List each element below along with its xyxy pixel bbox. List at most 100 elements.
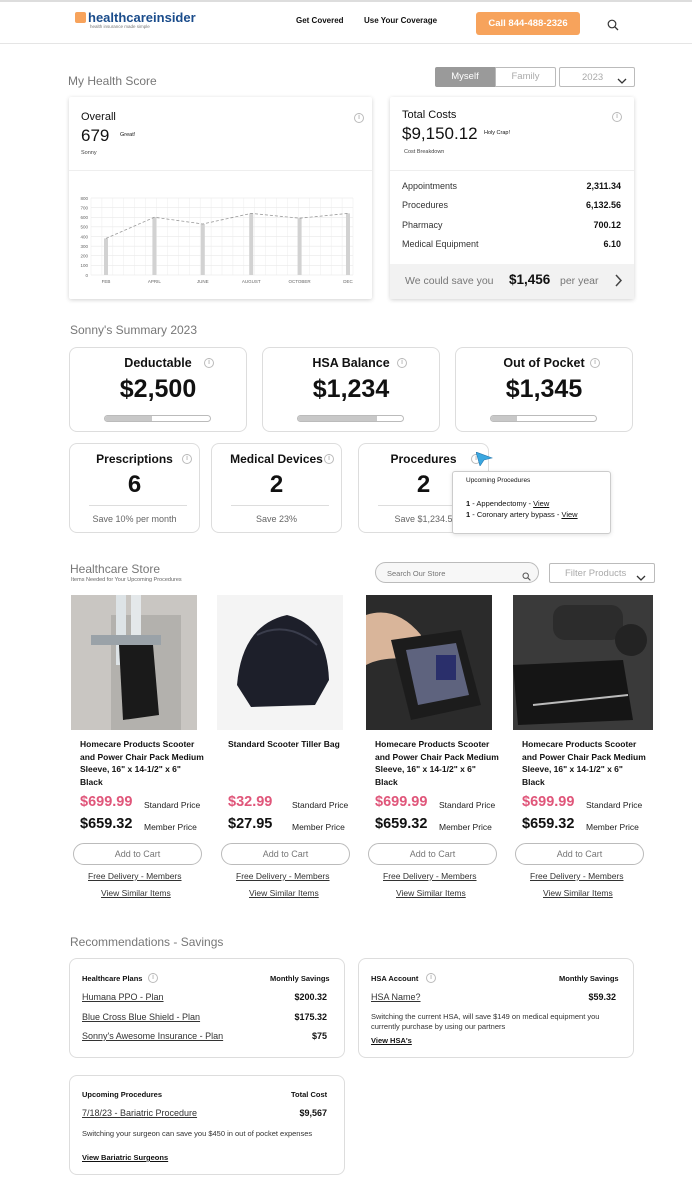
add-to-cart-button[interactable]: Add to Cart	[515, 843, 644, 865]
summary-small-tile[interactable]: Medical Devices i 2 Save 23%	[211, 443, 342, 533]
tooltip-view-link[interactable]: View	[561, 510, 577, 519]
y-tick-label: 700	[80, 205, 88, 210]
cost-row-label: Medical Equipment	[402, 239, 479, 249]
x-tick-label: APRIL	[148, 279, 162, 284]
product-name[interactable]: Homecare Products Scooter and Power Chai…	[80, 738, 205, 788]
small-tile-label: Prescriptions	[96, 452, 173, 466]
info-icon[interactable]: i	[397, 358, 407, 368]
product-price-label: Standard Price	[586, 800, 643, 810]
info-icon[interactable]: i	[324, 454, 334, 464]
hsa-savings-value: $59.32	[588, 992, 616, 1002]
product-image[interactable]	[513, 595, 655, 730]
product-name[interactable]: Homecare Products Scooter and Power Chai…	[375, 738, 500, 788]
plan-savings-value: $175.32	[294, 1012, 327, 1022]
hsa-name-link[interactable]: HSA Name?	[371, 992, 421, 1002]
procedure-link[interactable]: 7/18/23 - Bariatric Procedure	[82, 1108, 197, 1118]
info-icon[interactable]: i	[612, 112, 622, 122]
view-similar-link[interactable]: View Similar Items	[249, 888, 319, 898]
cost-row-value: 700.12	[593, 220, 621, 230]
y-tick-label: 300	[80, 244, 88, 249]
plan-link[interactable]: Sonny's Awesome Insurance - Plan	[82, 1031, 223, 1041]
product-member-label: Member Price	[586, 822, 639, 832]
add-to-cart-button[interactable]: Add to Cart	[73, 843, 202, 865]
savings-banner[interactable]: We could save you $1,456 per year	[390, 264, 634, 299]
add-to-cart-button[interactable]: Add to Cart	[221, 843, 350, 865]
filter-products-select[interactable]: Filter Products	[549, 563, 655, 583]
summary-tile-value: $1,345	[505, 375, 583, 403]
summary-tile-label: Deductable	[124, 356, 192, 370]
y-tick-label: 400	[80, 234, 88, 239]
savings-prefix: We could save you	[405, 275, 494, 287]
free-delivery-link[interactable]: Free Delivery - Members	[530, 871, 624, 881]
plans-col-header: Monthly Savings	[270, 974, 330, 983]
free-delivery-link[interactable]: Free Delivery - Members	[88, 871, 182, 881]
free-delivery-link[interactable]: Free Delivery - Members	[383, 871, 477, 881]
info-icon[interactable]: i	[354, 113, 364, 123]
small-tile-value: 6	[127, 471, 142, 498]
view-hsa-link[interactable]: View HSA's	[371, 1036, 412, 1045]
x-tick-label: FEB	[102, 279, 111, 284]
summary-tile: Deductable i $2,500	[69, 347, 247, 432]
product-member-label: Member Price	[144, 822, 197, 832]
procedure-cost-value: $9,567	[299, 1108, 327, 1118]
cost-row-value: 6,132.56	[585, 200, 621, 210]
product-image[interactable]	[71, 595, 197, 730]
small-tile-note: Save 23%	[255, 514, 298, 524]
toggle-family[interactable]: Family	[495, 67, 556, 87]
logo-mark-icon	[75, 12, 86, 23]
overall-score: 679	[81, 126, 110, 145]
info-icon[interactable]: i	[204, 358, 214, 368]
plan-link[interactable]: Blue Cross Blue Shield - Plan	[82, 1012, 200, 1022]
plan-link[interactable]: Humana PPO - Plan	[82, 992, 164, 1002]
overall-score-note: Great!	[120, 132, 136, 138]
card-divider	[390, 170, 634, 171]
search-icon[interactable]	[522, 568, 531, 586]
product-image[interactable]	[366, 595, 492, 730]
view-similar-link[interactable]: View Similar Items	[101, 888, 171, 898]
view-surgeons-link[interactable]: View Bariatric Surgeons	[82, 1153, 168, 1162]
call-button[interactable]: Call 844-488-2326	[476, 12, 580, 35]
header: healthcareinsider health insurance made …	[0, 2, 692, 44]
free-delivery-link[interactable]: Free Delivery - Members	[236, 871, 330, 881]
info-icon[interactable]: i	[148, 973, 158, 983]
cost-row-label: Appointments	[402, 181, 458, 191]
info-icon[interactable]: i	[590, 358, 600, 368]
product-member-price: $27.95	[228, 816, 273, 832]
chart-bar	[297, 218, 302, 275]
product-member-price: $659.32	[375, 816, 428, 832]
year-select[interactable]: 2023	[559, 67, 635, 87]
chart-bar	[249, 213, 254, 275]
view-similar-link[interactable]: View Similar Items	[396, 888, 466, 898]
search-input[interactable]	[387, 567, 512, 579]
tooltip-item: 1 - Appendectomy - View	[466, 499, 549, 508]
view-similar-link[interactable]: View Similar Items	[543, 888, 613, 898]
savings-amount: $1,456	[509, 272, 551, 287]
logo-text: healthcareinsider	[88, 10, 196, 25]
toggle-myself[interactable]: Myself	[435, 67, 495, 87]
filter-label: Filter Products	[565, 568, 627, 579]
x-tick-label: OCTOBER	[289, 279, 312, 284]
tooltip-view-link[interactable]: View	[533, 499, 549, 508]
store-subtitle: Items Needed for Your Upcoming Procedure…	[71, 577, 182, 583]
product-name[interactable]: Standard Scooter Tiller Bag	[228, 738, 353, 751]
cost-row-label: Procedures	[402, 200, 449, 210]
plan-savings-value: $200.32	[294, 992, 327, 1002]
card-divider	[69, 170, 372, 171]
store-title: Healthcare Store	[70, 562, 161, 576]
chevron-down-icon	[617, 72, 627, 90]
product-name[interactable]: Homecare Products Scooter and Power Chai…	[522, 738, 647, 788]
total-costs-amount: $9,150.12	[402, 124, 478, 143]
product-image[interactable]	[217, 595, 343, 730]
store-search[interactable]	[375, 562, 539, 583]
summary-tile-label: Out of Pocket	[503, 356, 585, 370]
add-to-cart-button[interactable]: Add to Cart	[368, 843, 497, 865]
cost-row-value: 2,311.34	[586, 181, 621, 191]
search-icon[interactable]	[607, 18, 619, 31]
info-icon[interactable]: i	[426, 973, 436, 983]
info-icon[interactable]: i	[182, 454, 192, 464]
nav-use-coverage[interactable]: Use Your Coverage	[364, 16, 437, 25]
nav-get-covered[interactable]: Get Covered	[296, 16, 344, 25]
logo-tagline: health insurance made simple	[90, 24, 150, 29]
summary-small-tile[interactable]: Prescriptions i 6 Save 10% per month	[69, 443, 200, 533]
tooltip-item-text: - Appendectomy -	[470, 499, 534, 508]
